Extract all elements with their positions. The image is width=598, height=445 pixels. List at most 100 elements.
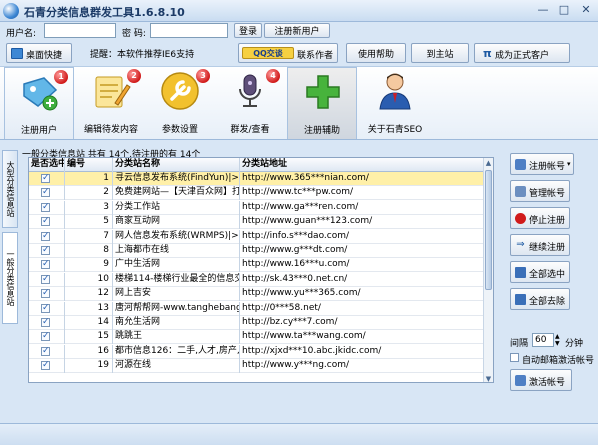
row-checkbox-cell[interactable] — [29, 330, 65, 345]
select-all-button[interactable]: 全部选中 — [510, 261, 570, 283]
row-checkbox[interactable] — [41, 230, 50, 243]
row-checkbox[interactable] — [41, 172, 50, 185]
register-account-button[interactable]: 注册帐号 ▾ — [510, 153, 574, 175]
scroll-up-icon[interactable]: ▲ — [484, 158, 493, 168]
wrench-icon — [161, 72, 199, 110]
row-checkbox-cell[interactable] — [29, 244, 65, 258]
col-id[interactable]: 编号 — [65, 158, 113, 172]
password-input[interactable] — [150, 23, 228, 38]
row-checkbox[interactable] — [41, 258, 50, 271]
table-row[interactable]: 10楼梯114-楼梯行业最全的信息交流http://sk.43***0.net.… — [29, 272, 493, 287]
table-row[interactable]: 2免费建网站—【天津百众网】打造http://www.tc***pw.com/ — [29, 186, 493, 201]
row-site-url: http://xjxd***10.abc.jkidc.com/ — [242, 345, 382, 356]
activate-account-button[interactable]: 激活帐号 — [510, 369, 572, 391]
row-checkbox[interactable] — [41, 201, 50, 214]
become-customer-button[interactable]: π 成为正式客户 — [474, 43, 570, 63]
username-input[interactable] — [44, 23, 116, 38]
col-selected[interactable]: 是否选中 — [29, 158, 65, 172]
table-row[interactable]: 5商家互动网http://www.guan***123.com/ — [29, 215, 493, 230]
nav-about-seo[interactable]: 关于石青SEO — [360, 67, 430, 139]
scroll-thumb[interactable] — [485, 170, 492, 290]
row-checkbox-cell[interactable] — [29, 287, 65, 302]
desktop-shortcut-button[interactable]: 桌面快捷 — [6, 43, 72, 63]
remove-all-button[interactable]: 全部去除 — [510, 288, 570, 310]
nav-register-user[interactable]: 1 注册用户 — [4, 67, 74, 139]
row-site-url: http://www.tc***pw.com/ — [242, 187, 354, 198]
table-row[interactable]: 1寻云信息发布系统(FindYun)|><最http://www.365***n… — [29, 172, 493, 186]
auto-activate-checkbox[interactable] — [510, 353, 519, 362]
nav-edit-content[interactable]: 2 编辑待发内容 — [76, 67, 146, 139]
row-id: 3 — [65, 200, 113, 215]
row-checkbox-cell[interactable] — [29, 186, 65, 201]
close-button[interactable]: ✕ — [575, 2, 597, 19]
user-avatar-icon — [379, 73, 411, 110]
register-new-user-button[interactable]: 注册新用户 — [264, 23, 330, 38]
table-row[interactable]: 19河源在线http://www.y***ng.com/ — [29, 359, 493, 374]
row-checkbox[interactable] — [41, 302, 50, 315]
nav-register-assist[interactable]: 注册辅助 — [287, 67, 357, 139]
help-button[interactable]: 使用帮助 — [346, 43, 406, 63]
row-checkbox[interactable] — [41, 316, 50, 329]
row-checkbox-cell[interactable] — [29, 172, 65, 186]
continue-register-button[interactable]: ⇒ 继续注册 — [510, 234, 570, 256]
nav-parameter-settings[interactable]: 3 参数设置 — [145, 67, 215, 139]
row-site-url: http://info.s***dao.com/ — [242, 230, 350, 241]
col-site-name[interactable]: 分类站名称 — [113, 158, 240, 172]
table-row[interactable]: 15跳跳王http://www.ta***wang.com/ — [29, 330, 493, 345]
table-row[interactable]: 16都市信息126：二手,人才,房产,免费http://xjxd***10.ab… — [29, 344, 493, 359]
main-nav: 1 注册用户 2 编辑待发内容 3 参数设置 4 群发/查看 注册辅助 关于石青… — [0, 66, 598, 140]
interval-input[interactable] — [532, 333, 554, 347]
table-scrollbar[interactable]: ▲ ▼ — [483, 158, 493, 382]
row-site-url: http://bz.cy***7.com/ — [242, 317, 338, 327]
minimize-button[interactable]: — — [532, 2, 554, 19]
manage-account-button[interactable]: 管理帐号 — [510, 180, 570, 202]
desktop-icon — [11, 48, 23, 59]
row-checkbox-cell[interactable] — [29, 359, 65, 374]
goto-main-site-button[interactable]: 到主站 — [411, 43, 469, 63]
row-checkbox-cell[interactable] — [29, 344, 65, 359]
contact-author-button[interactable]: QQ交谈 联系作者 — [238, 43, 338, 63]
site-list-panel: 一般分类信息站 共有 14个,待注册的有 14个 是否选中 编号 分类站名称 分… — [22, 147, 499, 387]
row-checkbox[interactable] — [41, 345, 50, 358]
table-row[interactable]: 7网人信息发布系统(WRMPS)|><最http://info.s***dao.… — [29, 229, 493, 244]
secondary-toolbar: 桌面快捷 提醒：本软件推荐IE6支持 QQ交谈 联系作者 使用帮助 到主站 π … — [0, 40, 598, 66]
login-button[interactable]: 登录 — [234, 23, 262, 38]
row-checkbox[interactable] — [41, 330, 50, 343]
desktop-shortcut-label: 桌面快捷 — [26, 51, 63, 61]
scroll-down-icon[interactable]: ▼ — [484, 374, 493, 382]
table-row[interactable]: 9广中生活网http://www.16***u.com/ — [29, 258, 493, 273]
nav-send-view[interactable]: 4 群发/查看 — [215, 67, 285, 139]
table-row[interactable]: 14南允生活网http://bz.cy***7.com/ — [29, 316, 493, 330]
row-checkbox[interactable] — [41, 359, 50, 372]
row-checkbox-cell[interactable] — [29, 229, 65, 244]
row-checkbox[interactable] — [41, 186, 50, 199]
table-row[interactable]: 3分类工作站http://www.ga***ren.com/ — [29, 200, 493, 215]
maximize-button[interactable]: □ — [553, 2, 575, 19]
row-id: 10 — [65, 272, 113, 287]
row-checkbox[interactable] — [41, 287, 50, 300]
table-row[interactable]: 12网上吉安http://www.yu***365.com/ — [29, 287, 493, 302]
tab-general-sites[interactable]: 一般分类信息站 — [2, 232, 18, 324]
nav-badge: 3 — [196, 69, 210, 83]
row-id: 9 — [65, 258, 113, 273]
row-checkbox[interactable] — [41, 244, 50, 257]
chevron-down-icon: ▾ — [567, 161, 571, 168]
manage-account-label: 管理帐号 — [529, 188, 566, 198]
row-checkbox[interactable] — [41, 215, 50, 228]
row-site-name: 寻云信息发布系统(FindYun)|><最 — [113, 172, 240, 186]
tab-large-sites[interactable]: 大型分类信息站 — [2, 150, 18, 228]
interval-spinner-icon[interactable]: ▲ ▼ — [555, 333, 560, 347]
table-row[interactable]: 8上海都市在线http://www.g***dt.com/ — [29, 244, 493, 258]
row-checkbox[interactable] — [41, 273, 50, 286]
row-site-url: http://sk.43***0.net.cn/ — [242, 273, 348, 284]
row-id: 15 — [65, 330, 113, 345]
stop-register-button[interactable]: 停止注册 — [510, 207, 570, 229]
row-checkbox-cell[interactable] — [29, 215, 65, 230]
row-checkbox-cell[interactable] — [29, 272, 65, 287]
row-checkbox-cell[interactable] — [29, 301, 65, 316]
col-site-url[interactable]: 分类站地址 — [240, 158, 485, 172]
table-row[interactable]: 13唐河帮帮网-www.tanghebangbanghttp://0***58.… — [29, 301, 493, 316]
row-checkbox-cell[interactable] — [29, 258, 65, 273]
row-checkbox-cell[interactable] — [29, 200, 65, 215]
row-checkbox-cell[interactable] — [29, 316, 65, 330]
